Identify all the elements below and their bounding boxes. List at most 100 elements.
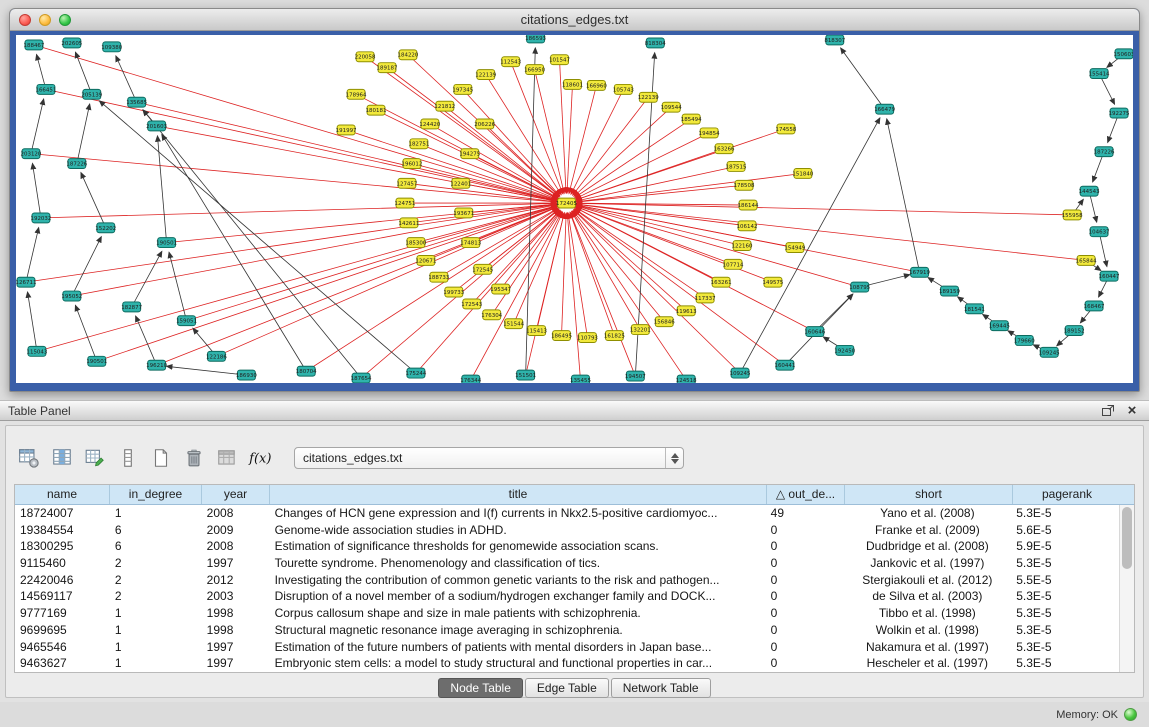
zoom-window-button[interactable] xyxy=(59,14,71,26)
window-titlebar[interactable]: citations_edges.txt xyxy=(10,9,1139,31)
graph-node[interactable]: 108795 xyxy=(849,282,870,292)
graph-node[interactable]: 135455 xyxy=(570,375,591,383)
graph-node[interactable]: 105743 xyxy=(613,84,634,94)
table-cell[interactable]: Yano et al. (2008) xyxy=(844,505,1012,522)
table-cell[interactable]: de Silva et al. (2003) xyxy=(844,588,1012,605)
graph-node[interactable]: 181541 xyxy=(964,304,985,314)
graph-node[interactable]: 159051 xyxy=(176,316,197,326)
table-cell[interactable]: 1 xyxy=(110,639,202,656)
table-cell[interactable]: Jankovic et al. (1997) xyxy=(844,555,1012,572)
table-cell[interactable]: 5.3E-5 xyxy=(1011,655,1119,672)
graph-edge[interactable] xyxy=(169,252,186,321)
graph-edge[interactable] xyxy=(514,212,563,324)
table-cell[interactable]: 2 xyxy=(110,572,202,589)
table-cell[interactable]: 2 xyxy=(110,555,202,572)
graph-node[interactable]: 174813 xyxy=(460,238,481,248)
graph-node[interactable]: 186495 xyxy=(551,331,572,341)
edit-table-icon[interactable] xyxy=(82,445,108,471)
graph-edge[interactable] xyxy=(815,294,853,331)
graph-node[interactable]: 187226 xyxy=(66,159,87,169)
graph-node[interactable]: 186930 xyxy=(236,370,257,380)
graph-node[interactable]: 182877 xyxy=(121,302,142,312)
table-cell[interactable]: 0 xyxy=(766,555,844,572)
graph-node[interactable]: 166950 xyxy=(524,65,545,75)
panel-splitter[interactable]: ▾ xyxy=(0,392,1149,400)
graph-edge[interactable] xyxy=(574,107,671,196)
graph-node[interactable]: 122139 xyxy=(638,92,659,102)
graph-edge[interactable] xyxy=(576,203,1072,215)
graph-edge[interactable] xyxy=(571,89,623,194)
column-header[interactable]: in_degree xyxy=(110,485,202,504)
table-cell[interactable]: Estimation of significance thresholds fo… xyxy=(270,538,766,555)
graph-edge[interactable] xyxy=(31,99,44,154)
graph-edge[interactable] xyxy=(81,173,106,228)
table-cell[interactable]: Changes of HCN gene expression and I(f) … xyxy=(270,505,766,522)
graph-node[interactable]: 187515 xyxy=(726,162,747,172)
table-cell[interactable]: 0 xyxy=(766,655,844,672)
graph-node[interactable]: 151501 xyxy=(515,370,536,380)
graph-edge[interactable] xyxy=(137,102,557,201)
column-header[interactable]: short xyxy=(845,485,1013,504)
graph-edge[interactable] xyxy=(887,119,920,272)
table-cell[interactable]: 18724007 xyxy=(15,505,110,522)
table-cell[interactable]: 1997 xyxy=(202,639,270,656)
new-table-icon[interactable] xyxy=(148,445,174,471)
table-cell[interactable]: 0 xyxy=(766,622,844,639)
graph-edge[interactable] xyxy=(576,205,742,245)
table-cell[interactable]: 0 xyxy=(766,588,844,605)
table-cell[interactable]: 2008 xyxy=(202,538,270,555)
table-cell[interactable]: 14569117 xyxy=(15,588,110,605)
table-cell[interactable]: 1 xyxy=(110,505,202,522)
graph-node[interactable]: 172543 xyxy=(461,299,482,309)
graph-node[interactable]: 135685 xyxy=(126,97,147,107)
graph-node[interactable]: 220058 xyxy=(355,52,376,62)
graph-node[interactable]: 163266 xyxy=(714,144,735,154)
graph-node[interactable]: 184220 xyxy=(397,50,418,60)
close-window-button[interactable] xyxy=(19,14,31,26)
graph-node[interactable]: 160447 xyxy=(1099,271,1120,281)
table-cell[interactable]: 22420046 xyxy=(15,572,110,589)
table-cell[interactable]: 5.3E-5 xyxy=(1011,555,1119,572)
graph-node[interactable]: 180704 xyxy=(296,366,317,376)
table-cell[interactable]: 6 xyxy=(110,522,202,539)
table-cell[interactable]: Stergiakouli et al. (2012) xyxy=(844,572,1012,589)
table-cell[interactable]: 5.3E-5 xyxy=(1011,505,1119,522)
table-cell[interactable]: 5.5E-5 xyxy=(1011,572,1119,589)
graph-edge[interactable] xyxy=(575,119,691,197)
graph-node[interactable]: 150603 xyxy=(1114,49,1133,59)
tab-node-table[interactable]: Node Table xyxy=(438,678,523,698)
graph-node[interactable]: 166451 xyxy=(35,84,56,94)
graph-node[interactable]: 199733 xyxy=(443,287,464,297)
table-cell[interactable]: 2008 xyxy=(202,505,270,522)
graph-node[interactable]: 115043 xyxy=(26,346,47,356)
graph-edge[interactable] xyxy=(306,208,558,371)
graph-node[interactable]: 151544 xyxy=(503,319,524,329)
table-cell[interactable]: 1997 xyxy=(202,555,270,572)
table-cell[interactable]: 0 xyxy=(766,522,844,539)
graph-node[interactable]: 176344 xyxy=(460,375,481,383)
graph-node[interactable]: 188467 xyxy=(23,40,44,50)
graph-edge[interactable] xyxy=(570,212,635,376)
graph-node[interactable]: 117337 xyxy=(695,293,716,303)
table-row[interactable]: 946362711997Embryonic stem cells: a mode… xyxy=(15,655,1119,672)
graph-edge[interactable] xyxy=(167,204,557,243)
graph-node[interactable]: 106142 xyxy=(737,221,758,231)
graph-node[interactable]: 195347 xyxy=(490,284,511,294)
float-panel-icon[interactable] xyxy=(1099,403,1117,419)
graph-node[interactable]: 169445 xyxy=(989,321,1010,331)
table-cell[interactable]: Tibbo et al. (1998) xyxy=(844,605,1012,622)
graph-edge[interactable] xyxy=(99,101,416,373)
graph-node[interactable]: 121812 xyxy=(434,101,455,111)
graph-node[interactable]: 182751 xyxy=(408,139,429,149)
graph-node[interactable]: 112543 xyxy=(500,57,521,67)
graph-node[interactable]: 195052 xyxy=(61,291,82,301)
graph-node[interactable]: 122186 xyxy=(206,351,227,361)
graph-node[interactable]: 149575 xyxy=(763,277,784,287)
graph-node[interactable]: 122160 xyxy=(732,241,753,251)
graph-node[interactable]: 152202 xyxy=(95,223,116,233)
graph-node[interactable]: 163261 xyxy=(711,277,732,287)
graph-node[interactable]: 151840 xyxy=(792,168,813,178)
table-cell[interactable]: 1 xyxy=(110,605,202,622)
table-cell[interactable]: 19384554 xyxy=(15,522,110,539)
table-cell[interactable]: Nakamura et al. (1997) xyxy=(844,639,1012,656)
